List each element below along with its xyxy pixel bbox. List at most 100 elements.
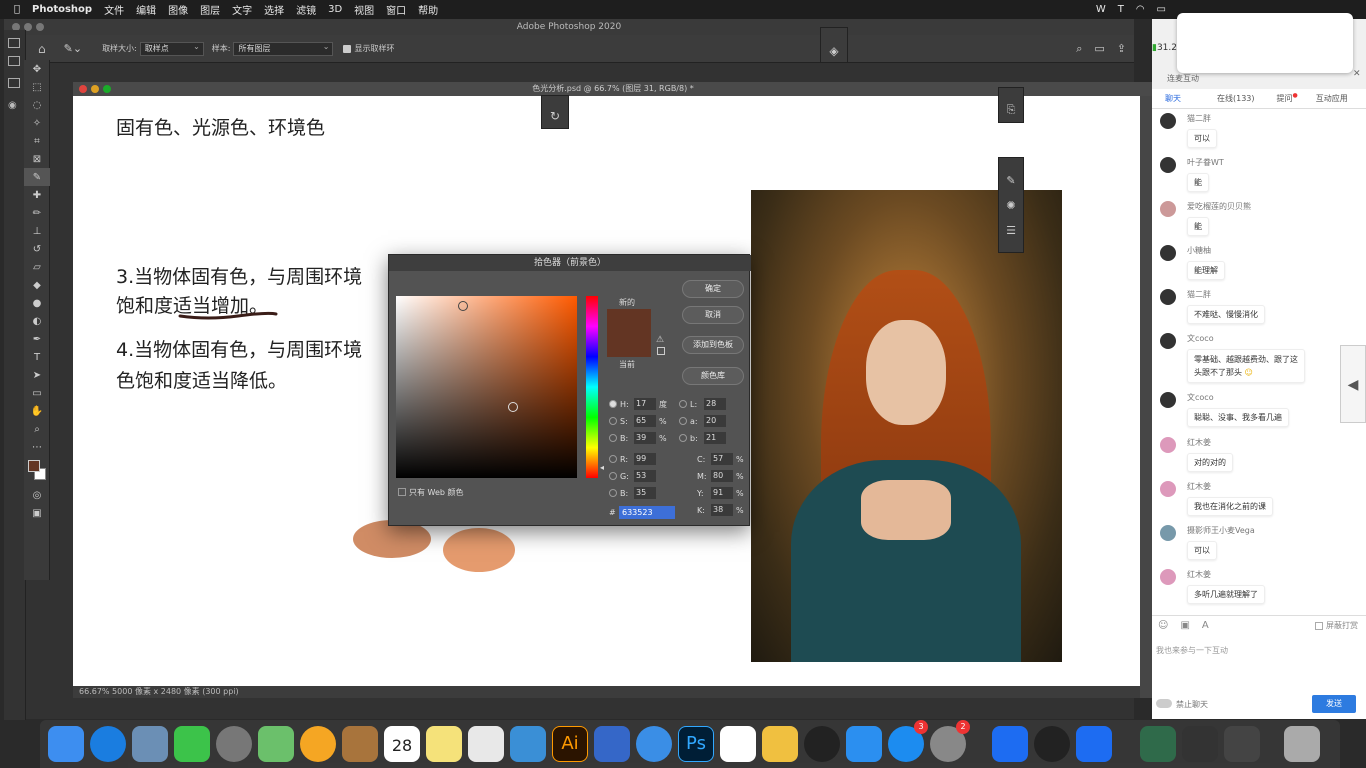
brush-tool-icon[interactable]: ✏ xyxy=(24,204,50,222)
video-preview[interactable] xyxy=(1177,13,1353,73)
eyedropper-tool-icon[interactable]: ✎ xyxy=(24,168,50,186)
numbers-icon[interactable] xyxy=(468,726,504,762)
sv-marker-b[interactable] xyxy=(508,402,518,412)
calendar-icon[interactable]: 28 xyxy=(384,726,420,762)
baidu-disk-icon[interactable] xyxy=(720,726,756,762)
eye-icon[interactable]: ◉ xyxy=(8,100,21,111)
mask-reward-checkbox[interactable] xyxy=(1315,621,1323,630)
marquee-tool-icon[interactable]: ⬚ xyxy=(24,78,50,96)
chat-input[interactable]: 我也来参与一下互动 xyxy=(1156,645,1228,656)
close-panel-icon[interactable]: ✕ xyxy=(1353,69,1361,79)
cancel-button[interactable]: 取消 xyxy=(682,306,744,324)
magic-wand-icon[interactable]: ✧ xyxy=(24,114,50,132)
screen-mode-icon[interactable]: ▣ xyxy=(24,504,50,522)
input-c[interactable]: 57 xyxy=(711,453,733,465)
photos-icon[interactable] xyxy=(300,726,336,762)
radio-l[interactable] xyxy=(679,400,687,408)
hand-tool-icon[interactable]: ✋ xyxy=(24,402,50,420)
notes-icon[interactable] xyxy=(426,726,462,762)
input-a[interactable]: 20 xyxy=(704,415,726,427)
crop-tool-icon[interactable]: ⌗ xyxy=(24,132,50,150)
sample-select[interactable]: 所有图层 xyxy=(233,41,334,56)
photoshop-icon[interactable]: Ps xyxy=(678,726,714,762)
font-icon[interactable]: A xyxy=(1202,620,1209,631)
wps-icon[interactable] xyxy=(992,726,1028,762)
path-select-icon[interactable]: ➤ xyxy=(24,366,50,384)
menu-edit[interactable]: 编辑 xyxy=(130,2,162,17)
panel-icon-c[interactable] xyxy=(8,78,20,88)
radio-a[interactable] xyxy=(679,417,687,425)
safari-icon[interactable] xyxy=(90,726,126,762)
shape-tool-icon[interactable]: ▭ xyxy=(24,384,50,402)
eraser-tool-icon[interactable]: ▱ xyxy=(24,258,50,276)
apple-icon[interactable]:  xyxy=(0,4,26,15)
emoji-picker-icon[interactable]: ☺ xyxy=(1158,620,1168,631)
search-icon[interactable]: ⌕ xyxy=(1076,42,1082,56)
panel-icon-a[interactable] xyxy=(8,38,20,48)
image-icon[interactable]: ▣ xyxy=(1180,620,1189,631)
add-swatch-button[interactable]: 添加到色板 xyxy=(682,336,744,354)
menu-layer[interactable]: 图层 xyxy=(194,2,226,17)
radio-lab-b[interactable] xyxy=(679,434,687,442)
preview-icon[interactable] xyxy=(132,726,168,762)
minimized-window-a[interactable] xyxy=(1140,726,1176,762)
bucket-tool-icon[interactable]: ◆ xyxy=(24,276,50,294)
foreground-color-swatch[interactable] xyxy=(28,460,40,472)
input-lab-b[interactable]: 21 xyxy=(704,432,726,444)
wps-tray-icon[interactable]: W xyxy=(1090,4,1112,15)
rotate-panel-icon[interactable]: ↻ xyxy=(541,95,569,129)
minimized-window-c[interactable] xyxy=(1224,726,1260,762)
tab-chat[interactable]: 聊天 xyxy=(1165,93,1181,104)
radio-s[interactable] xyxy=(609,417,617,425)
hue-slider-handle-icon[interactable]: ◂ xyxy=(600,463,604,472)
system-preferences-icon[interactable]: 2 xyxy=(930,720,970,762)
more-tools-icon[interactable]: ⋯ xyxy=(24,438,50,456)
pages-icon[interactable] xyxy=(594,726,630,762)
menu-type[interactable]: 文字 xyxy=(226,2,258,17)
frame-tool-icon[interactable]: ⊠ xyxy=(24,150,50,168)
lasso-tool-icon[interactable]: ◌ xyxy=(24,96,50,114)
app-store-icon[interactable]: 3 xyxy=(888,720,928,762)
send-button[interactable]: 发送 xyxy=(1312,695,1356,713)
eyedropper-option-icon[interactable]: ✎⌄ xyxy=(64,42,82,55)
launchpad-icon[interactable] xyxy=(216,726,252,762)
brush-settings-icon[interactable]: ✎ xyxy=(999,174,1023,187)
healing-tool-icon[interactable]: ✚ xyxy=(24,186,50,204)
doc-minimize-icon[interactable] xyxy=(91,85,99,93)
color-swatches[interactable] xyxy=(24,456,49,486)
input-h[interactable]: 17 xyxy=(634,398,656,410)
input-y[interactable]: 91 xyxy=(711,487,733,499)
zoom-tool-icon[interactable]: ⌕ xyxy=(24,420,50,438)
menu-app[interactable]: Photoshop xyxy=(26,4,98,15)
color-library-button[interactable]: 颜色库 xyxy=(682,367,744,385)
type-tool-icon[interactable]: T xyxy=(24,348,50,366)
maps-icon[interactable] xyxy=(258,726,294,762)
radio-r[interactable] xyxy=(609,455,617,463)
sample-size-select[interactable]: 取样点 xyxy=(139,41,204,56)
hue-slider[interactable] xyxy=(586,296,598,478)
workspace-icon[interactable]: ▭ xyxy=(1094,42,1104,55)
hex-input[interactable]: 633523 xyxy=(619,506,675,519)
input-k[interactable]: 38 xyxy=(711,504,733,516)
quick-mask-icon[interactable]: ◎ xyxy=(24,486,50,504)
input-l[interactable]: 28 xyxy=(704,398,726,410)
saturation-brightness-field[interactable] xyxy=(396,296,577,478)
collapse-chat-icon[interactable]: ◀ xyxy=(1340,345,1366,423)
doc-close-icon[interactable] xyxy=(79,85,87,93)
facetime-icon[interactable] xyxy=(174,726,210,762)
finder-icon[interactable] xyxy=(48,726,84,762)
mute-toggle[interactable] xyxy=(1156,699,1172,708)
input-s[interactable]: 65 xyxy=(634,415,656,427)
doc-zoom-icon[interactable] xyxy=(103,85,111,93)
menu-select[interactable]: 选择 xyxy=(258,2,290,17)
menu-help[interactable]: 帮助 xyxy=(412,2,444,17)
illustrator-icon[interactable]: Ai xyxy=(552,726,588,762)
pen-tool-icon[interactable]: ✒ xyxy=(24,330,50,348)
dodge-tool-icon[interactable]: ◐ xyxy=(24,312,50,330)
keynote-icon[interactable] xyxy=(510,726,546,762)
web-only-checkbox[interactable] xyxy=(398,488,406,496)
input-m[interactable]: 80 xyxy=(711,470,733,482)
menu-file[interactable]: 文件 xyxy=(98,2,130,17)
feishu-icon[interactable] xyxy=(636,726,672,762)
dingtalk-icon[interactable] xyxy=(846,726,882,762)
